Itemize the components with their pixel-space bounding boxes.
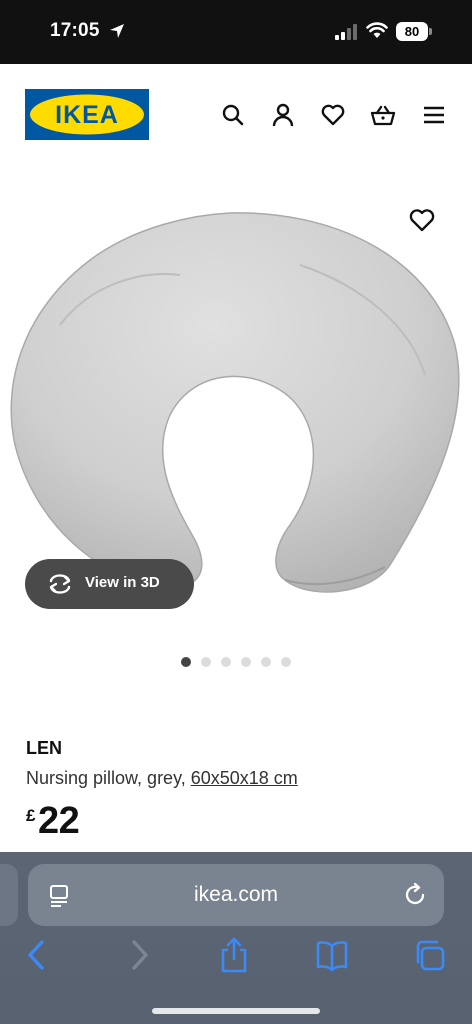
forward-icon[interactable]: [122, 936, 154, 974]
site-header: IKEA: [0, 64, 472, 164]
price-value: 22: [38, 800, 80, 842]
browser-toolbar: ikea.com: [0, 852, 472, 1024]
carousel-dot[interactable]: [201, 657, 211, 667]
view-in-3d-button[interactable]: View in 3D: [25, 559, 194, 609]
home-indicator: [152, 1008, 320, 1014]
search-icon[interactable]: [220, 102, 246, 128]
carousel-dot[interactable]: [281, 657, 291, 667]
status-time: 17:05: [50, 20, 100, 41]
cellular-signal-icon: [335, 24, 357, 40]
carousel-dot[interactable]: [181, 657, 191, 667]
bookmarks-icon[interactable]: [316, 936, 348, 974]
basket-icon[interactable]: [370, 102, 396, 128]
wifi-icon: [366, 22, 388, 38]
product-description: Nursing pillow, grey, 60x50x18 cm: [26, 768, 298, 789]
reload-icon[interactable]: [402, 882, 428, 908]
carousel-dot[interactable]: [221, 657, 231, 667]
product-name: LEN: [26, 738, 62, 758]
svg-text:IKEA: IKEA: [55, 101, 119, 129]
share-icon[interactable]: [218, 936, 250, 974]
address-bar[interactable]: ikea.com: [28, 864, 444, 926]
status-bar: 17:05 80: [0, 0, 472, 64]
price-currency: £: [26, 806, 36, 825]
product-description-text: Nursing pillow, grey,: [26, 768, 191, 788]
add-to-favourites-icon[interactable]: [408, 207, 436, 233]
menu-icon[interactable]: [421, 102, 447, 128]
ikea-logo[interactable]: IKEA: [25, 89, 149, 140]
account-icon[interactable]: [270, 102, 296, 128]
favourites-icon[interactable]: [320, 102, 346, 128]
product-measurement-link[interactable]: 60x50x18 cm: [191, 768, 298, 788]
view-in-3d-label: View in 3D: [85, 574, 160, 591]
battery-indicator: 80: [396, 22, 432, 41]
back-icon[interactable]: [22, 936, 54, 974]
rotate-3d-icon: [49, 574, 71, 594]
location-arrow-icon: [110, 24, 124, 38]
previous-tab-preview[interactable]: [0, 864, 18, 926]
tabs-icon[interactable]: [414, 936, 446, 974]
battery-tip: [429, 28, 432, 35]
battery-level: 80: [396, 22, 428, 41]
url-text[interactable]: ikea.com: [28, 883, 444, 907]
carousel-dot[interactable]: [261, 657, 271, 667]
image-carousel-dots[interactable]: [181, 657, 291, 667]
carousel-dot[interactable]: [241, 657, 251, 667]
